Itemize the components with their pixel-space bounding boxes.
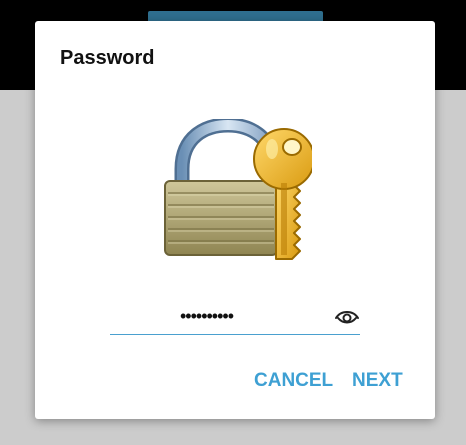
next-button[interactable]: NEXT xyxy=(352,370,403,392)
password-input[interactable] xyxy=(180,301,320,332)
password-field[interactable] xyxy=(110,301,360,335)
dialog-title: Password xyxy=(60,47,155,69)
lock-with-key-icon xyxy=(164,119,312,260)
eye-icon[interactable] xyxy=(334,307,360,327)
password-dialog: Password •••••••••• CANCEL NEXT xyxy=(35,21,435,419)
cancel-button[interactable]: CANCEL xyxy=(254,370,333,392)
